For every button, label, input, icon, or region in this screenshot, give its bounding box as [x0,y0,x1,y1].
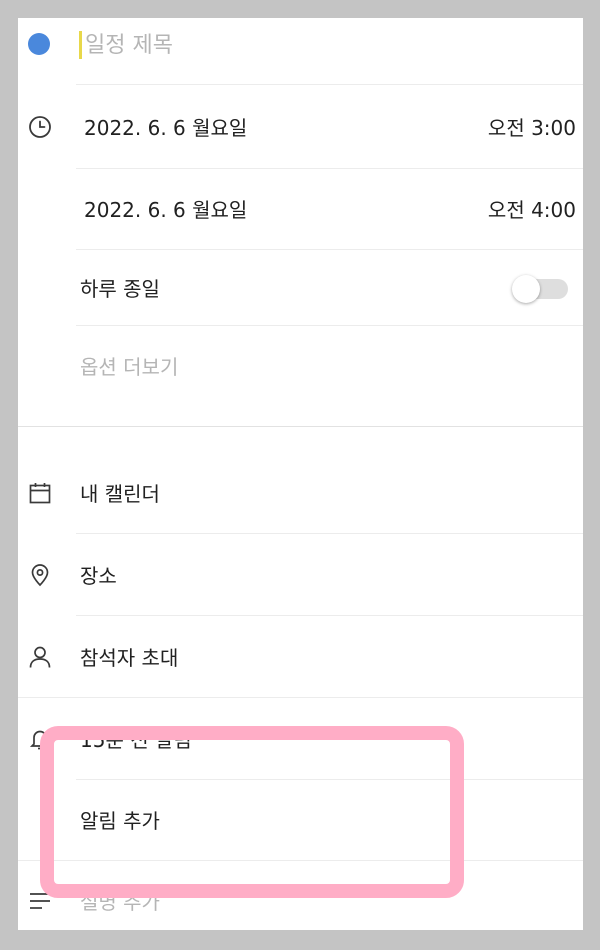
divider [76,168,583,169]
divider [18,697,583,698]
calendar-icon [28,481,52,505]
reminder-highlight-box [40,726,464,898]
start-time[interactable]: 오전 3:00 [488,116,576,140]
divider [76,325,583,326]
divider [76,84,583,85]
start-date[interactable]: 2022. 6. 6 월요일 [84,116,247,140]
end-time[interactable]: 오전 4:00 [488,198,576,222]
all-day-toggle-knob[interactable] [512,275,540,303]
end-date[interactable]: 2022. 6. 6 월요일 [84,198,247,222]
divider [76,533,583,534]
map-pin-icon [28,563,52,587]
invite-guests-field[interactable]: 참석자 초대 [80,646,178,670]
more-options-button[interactable]: 옵션 더보기 [80,355,178,379]
divider [76,615,583,616]
all-day-label: 하루 종일 [80,277,160,301]
location-field[interactable]: 장소 [80,564,117,588]
event-edit-screen: 일정 제목 2022. 6. 6 월요일 오전 3:00 2022. 6. 6 … [18,18,583,930]
event-title-input[interactable]: 일정 제목 [85,33,173,59]
section-divider [18,426,583,427]
calendar-selector[interactable]: 내 캘린더 [80,482,160,506]
person-icon [28,645,52,669]
event-color-dot[interactable] [28,33,50,55]
text-cursor [79,31,82,59]
divider [76,249,583,250]
clock-icon [28,115,52,139]
